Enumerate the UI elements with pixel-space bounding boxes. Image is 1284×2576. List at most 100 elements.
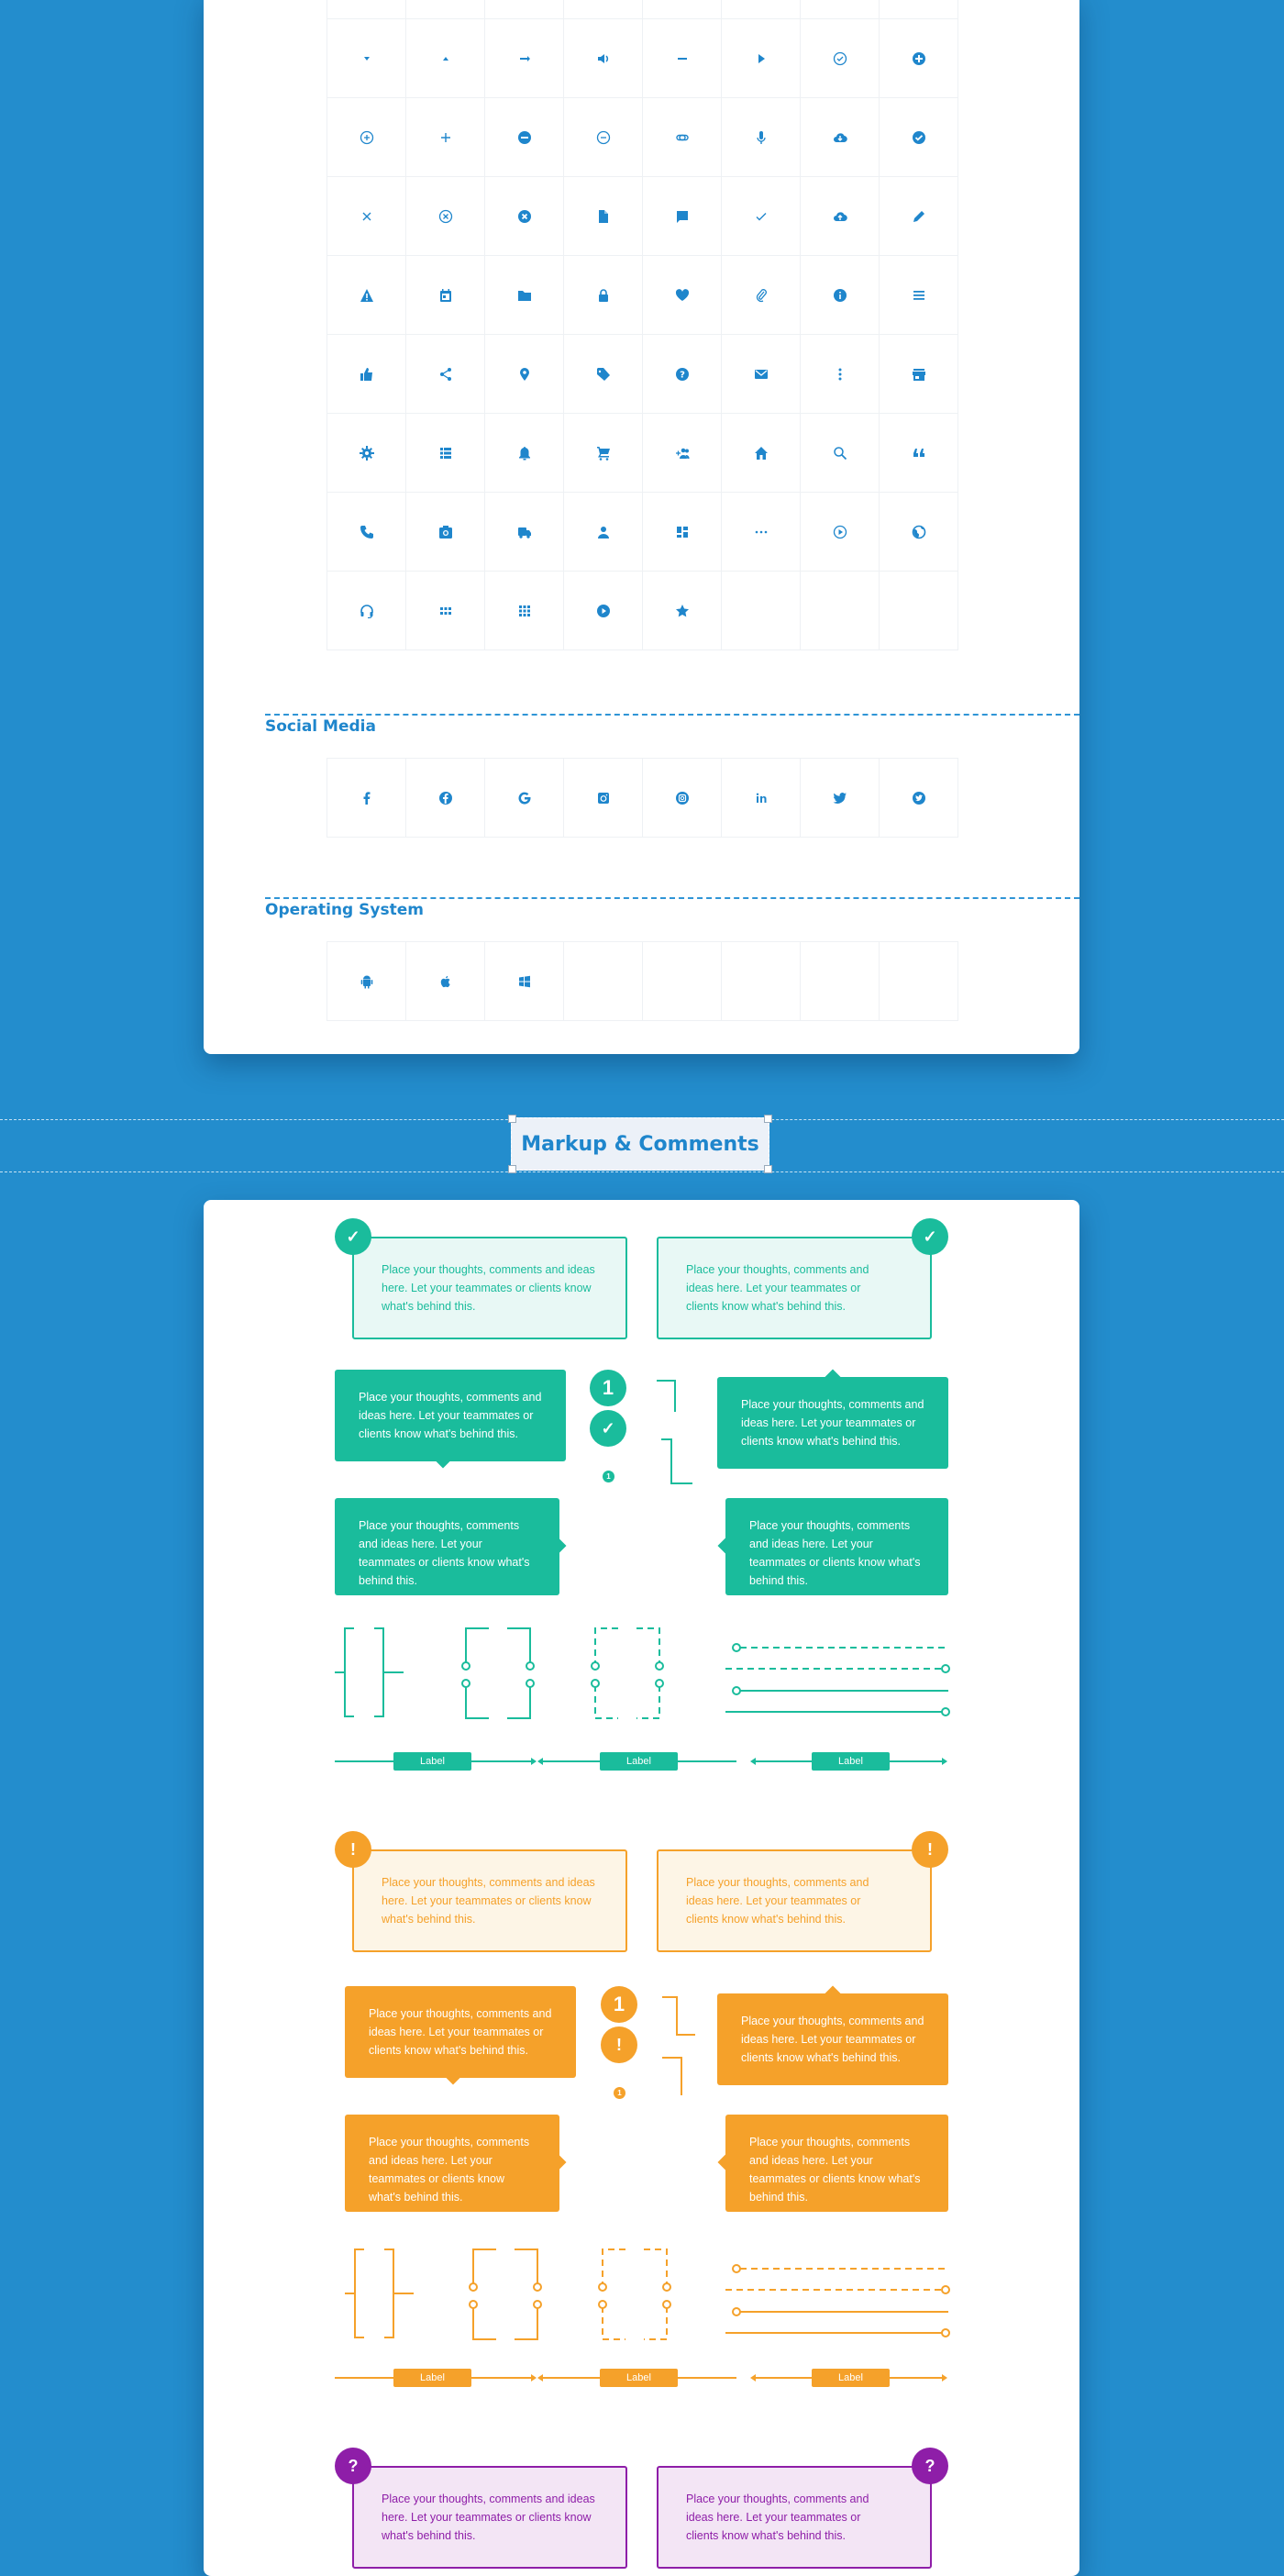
comment-bubble[interactable]: Place your thoughts, comments and ideas … bbox=[717, 1993, 948, 2085]
icon-cell-share[interactable] bbox=[406, 335, 485, 414]
comment-note[interactable]: Place your thoughts, comments and ideas … bbox=[657, 1849, 932, 1952]
comment-bubble[interactable]: Place your thoughts, comments and ideas … bbox=[335, 1498, 559, 1595]
icon-cell-instagram[interactable] bbox=[564, 759, 643, 838]
icon-cell-folder[interactable] bbox=[485, 256, 564, 335]
comment-bubble[interactable]: Place your thoughts, comments and ideas … bbox=[345, 2115, 559, 2212]
icon-cell-check[interactable] bbox=[722, 177, 801, 256]
icon-cell-facebook[interactable] bbox=[327, 759, 406, 838]
icon-cell-star[interactable] bbox=[643, 572, 722, 650]
connector-label[interactable]: Label bbox=[600, 1752, 678, 1771]
icon-cell-check-circle-filled[interactable] bbox=[880, 98, 958, 177]
icon-cell-camera[interactable] bbox=[406, 493, 485, 572]
icon-cell-more-vertical[interactable] bbox=[801, 335, 880, 414]
icon-cell-cloud-upload[interactable] bbox=[801, 177, 880, 256]
icon-cell-microphone[interactable] bbox=[722, 98, 801, 177]
icon-cell-apps[interactable] bbox=[485, 572, 564, 650]
small-number-badge[interactable]: 1 bbox=[614, 2087, 625, 2099]
icon-cell-comment[interactable] bbox=[643, 177, 722, 256]
connector-label[interactable]: Label bbox=[393, 1752, 471, 1771]
icon-cell-windows[interactable] bbox=[485, 942, 564, 1021]
comment-bubble[interactable]: Place your thoughts, comments and ideas … bbox=[717, 1377, 948, 1469]
icon-cell-help[interactable]: ? bbox=[643, 335, 722, 414]
comment-bubble[interactable]: Place your thoughts, comments and ideas … bbox=[335, 1370, 566, 1461]
icon-cell-quote[interactable] bbox=[880, 414, 958, 493]
icon-cell-store[interactable] bbox=[880, 335, 958, 414]
comment-bubble[interactable]: Place your thoughts, comments and ideas … bbox=[725, 2115, 948, 2212]
icon-cell-add-group[interactable] bbox=[643, 414, 722, 493]
icon-cell-pencil[interactable] bbox=[880, 177, 958, 256]
icon-cell-google[interactable] bbox=[485, 759, 564, 838]
icon-cell-apps-small[interactable] bbox=[406, 572, 485, 650]
icon-cell-close-circle-outline[interactable] bbox=[406, 177, 485, 256]
comment-badge[interactable]: ✓ bbox=[335, 1218, 371, 1255]
icon-cell-dashboard[interactable] bbox=[643, 493, 722, 572]
icon-cell-arrow-right[interactable] bbox=[485, 19, 564, 98]
icon-cell-lock[interactable] bbox=[564, 256, 643, 335]
icon-cell-search[interactable] bbox=[801, 414, 880, 493]
icon-cell-play-triangle[interactable] bbox=[722, 19, 801, 98]
comment-badge[interactable]: ✓ bbox=[912, 1218, 948, 1255]
icon-cell-warning[interactable] bbox=[327, 256, 406, 335]
icon-cell-caret-down[interactable] bbox=[327, 19, 406, 98]
resize-handle[interactable] bbox=[764, 1165, 772, 1173]
icon-cell-instagram-circle[interactable] bbox=[643, 759, 722, 838]
icon-cell-play-circle-filled[interactable] bbox=[564, 572, 643, 650]
icon-cell-settings[interactable] bbox=[327, 414, 406, 493]
comment-badge[interactable]: ? bbox=[912, 2448, 948, 2484]
icon-cell-truck[interactable] bbox=[485, 493, 564, 572]
icon-cell-tag[interactable] bbox=[564, 335, 643, 414]
icon-cell-phone[interactable] bbox=[327, 493, 406, 572]
icon-cell-linkedin[interactable] bbox=[722, 759, 801, 838]
connector-label[interactable]: Label bbox=[812, 1752, 890, 1771]
icon-cell-info[interactable] bbox=[801, 256, 880, 335]
icon-cell-android[interactable] bbox=[327, 942, 406, 1021]
icon-cell-plus-circle-filled[interactable] bbox=[880, 19, 958, 98]
icon-cell-play-circle-outline[interactable] bbox=[801, 493, 880, 572]
status-badge[interactable]: ! bbox=[601, 2026, 637, 2063]
icon-cell-volume[interactable] bbox=[564, 19, 643, 98]
icon-cell-user[interactable] bbox=[564, 493, 643, 572]
icon-cell-more-horizontal[interactable] bbox=[722, 493, 801, 572]
icon-cell-check-circle-outline[interactable] bbox=[801, 19, 880, 98]
icon-cell-globe[interactable] bbox=[880, 493, 958, 572]
icon-cell-map-pin[interactable] bbox=[485, 335, 564, 414]
comment-bubble[interactable]: Place your thoughts, comments and ideas … bbox=[725, 1498, 948, 1595]
icon-cell-heart[interactable] bbox=[643, 256, 722, 335]
icon-cell-file[interactable] bbox=[564, 177, 643, 256]
comment-note[interactable]: Place your thoughts, comments and ideas … bbox=[352, 1237, 627, 1339]
resize-handle[interactable] bbox=[764, 1115, 772, 1123]
resize-handle[interactable] bbox=[508, 1165, 516, 1173]
connector-label[interactable]: Label bbox=[812, 2369, 890, 2387]
icon-cell-minus-circle-filled[interactable] bbox=[485, 98, 564, 177]
icon-cell-cloud-download[interactable] bbox=[801, 98, 880, 177]
icon-cell-mail[interactable] bbox=[722, 335, 801, 414]
icon-cell-close[interactable] bbox=[327, 177, 406, 256]
icon-cell-calendar[interactable] bbox=[406, 256, 485, 335]
icon-cell-minus[interactable] bbox=[643, 19, 722, 98]
icon-cell-bell[interactable] bbox=[485, 414, 564, 493]
icon-cell-twitter[interactable] bbox=[801, 759, 880, 838]
icon-cell-plus-circle-outline[interactable] bbox=[327, 98, 406, 177]
comment-badge[interactable]: ? bbox=[335, 2448, 371, 2484]
icon-cell-twitter-circle[interactable] bbox=[880, 759, 958, 838]
icon-cell-home[interactable] bbox=[722, 414, 801, 493]
resize-handle[interactable] bbox=[508, 1115, 516, 1123]
step-number-badge[interactable]: 1 bbox=[601, 1986, 637, 2023]
small-number-badge[interactable]: 1 bbox=[603, 1471, 614, 1482]
status-badge[interactable]: ✓ bbox=[590, 1410, 626, 1447]
connector-label[interactable]: Label bbox=[600, 2369, 678, 2387]
connector-label[interactable]: Label bbox=[393, 2369, 471, 2387]
icon-cell-minus-circle-outline[interactable] bbox=[564, 98, 643, 177]
icon-cell-headset[interactable] bbox=[327, 572, 406, 650]
comment-note[interactable]: Place your thoughts, comments and ideas … bbox=[352, 2466, 627, 2569]
section-label-chip[interactable]: Markup & Comments bbox=[508, 1115, 772, 1173]
icon-cell-close-circle-filled[interactable] bbox=[485, 177, 564, 256]
icon-cell-caret-up[interactable] bbox=[406, 19, 485, 98]
comment-badge[interactable]: ! bbox=[335, 1831, 371, 1868]
icon-cell-facebook-circle[interactable] bbox=[406, 759, 485, 838]
icon-cell-list[interactable] bbox=[406, 414, 485, 493]
icon-cell-plus[interactable] bbox=[406, 98, 485, 177]
icon-cell-cart[interactable] bbox=[564, 414, 643, 493]
comment-badge[interactable]: ! bbox=[912, 1831, 948, 1868]
comment-note[interactable]: Place your thoughts, comments and ideas … bbox=[657, 1237, 932, 1339]
